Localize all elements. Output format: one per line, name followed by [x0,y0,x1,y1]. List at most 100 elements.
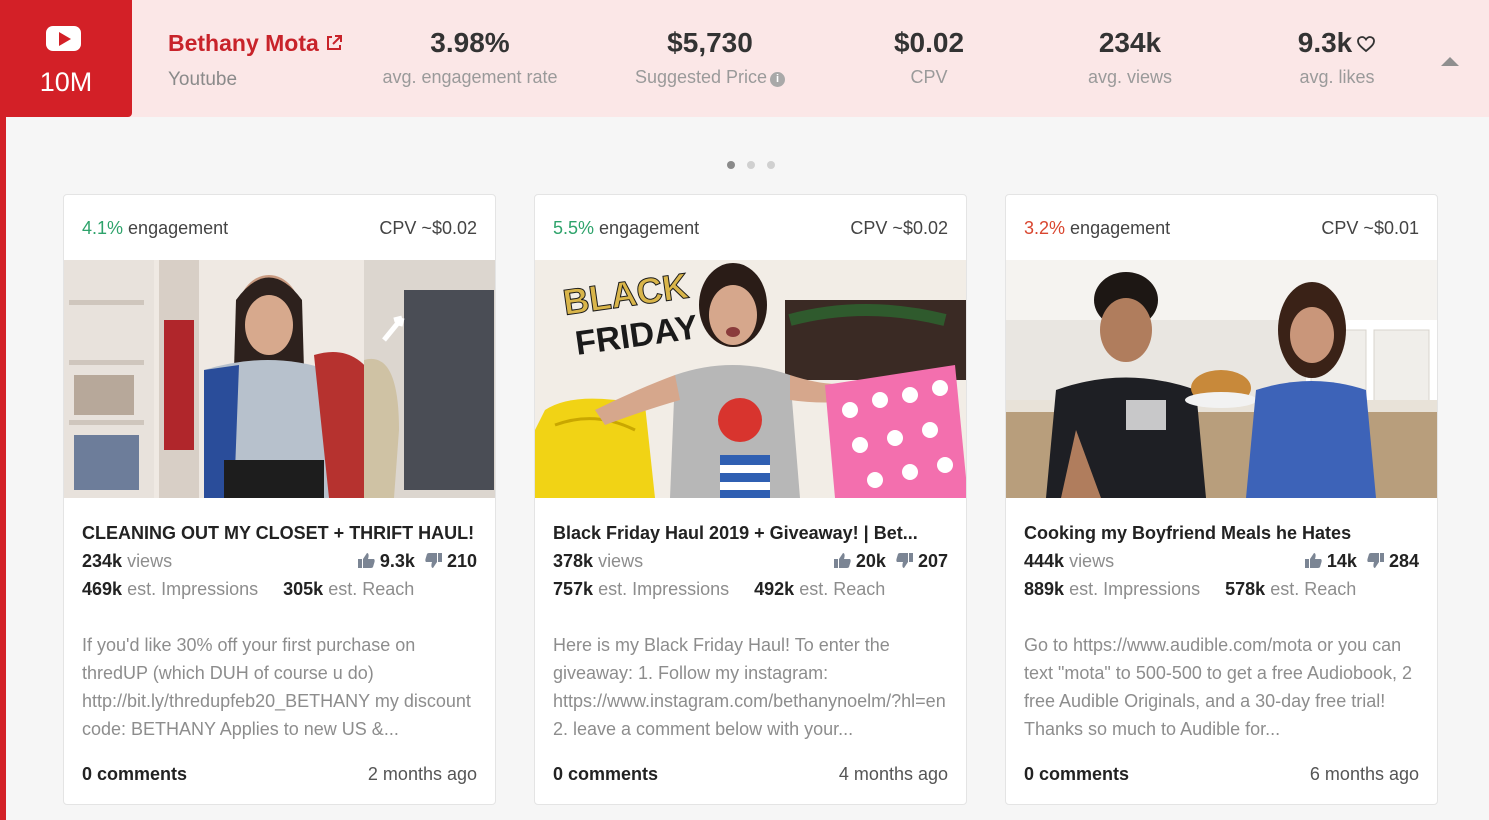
video-card[interactable]: 4.1% engagement CPV ~$0.02 CLEANING OUT … [63,194,496,805]
card-cpv: CPV ~$0.02 [850,218,948,238]
stat-avg-views: 234k avg. views [1070,26,1190,88]
thumbs-down-icon [1367,553,1384,568]
views-label: views [598,551,644,571]
dislikes-count: 210 [446,551,477,571]
stat-label: avg. views [1087,67,1173,87]
likes-dislikes: 20k 207 [833,550,948,572]
impressions-label: est. Impressions [598,579,730,599]
carousel-dot[interactable] [727,161,735,169]
impressions-label: est. Impressions [127,579,259,599]
thumbs-down-icon [425,553,442,568]
views-count: 444k [1024,551,1065,571]
collapse-caret-icon[interactable] [1441,57,1459,66]
dislikes-count: 284 [1388,551,1419,571]
views-count: 378k [553,551,594,571]
reach-label: est. Reach [1270,579,1357,599]
reach-count: 578k [1225,579,1266,599]
engagement-percent: 4.1% [82,218,124,238]
video-title[interactable]: Cooking my Boyfriend Meals he Hates [1024,523,1419,544]
stat-label-text: Suggested Price [634,67,768,87]
impressions-count: 469k [82,579,123,599]
channel-name-link[interactable]: Bethany Mota [168,30,319,57]
channel-platform: Youtube [168,69,238,90]
impressions-count: 757k [553,579,594,599]
stat-value: $0.02 [893,27,965,58]
stat-avg-likes: 9.3k avg. likes [1282,26,1392,88]
channel-info: Bethany Mota Youtube [168,30,343,91]
reach-row: 889k est. Impressions 578k est. Reach [1024,578,1419,600]
stat-engagement-rate: 3.98% avg. engagement rate [380,26,560,88]
thumbs-down-icon [896,553,913,568]
engagement-percent: 5.5% [553,218,595,238]
thumbs-up-icon [357,553,375,568]
video-card[interactable]: 3.2% engagement CPV ~$0.01 Cooking my Bo… [1005,194,1438,805]
engagement-label: engagement [599,218,700,238]
stat-value: 234k [1098,27,1162,58]
views-label: views [127,551,173,571]
accent-rail [0,0,6,820]
dislikes-count: 207 [917,551,948,571]
carousel-dot[interactable] [767,161,775,169]
stat-value: $5,730 [667,27,753,58]
stat-suggested-price: $5,730 Suggested Price i [626,26,794,88]
comments-count: 0 comments [82,764,188,784]
impressions-count: 889k [1024,579,1065,599]
likes-count: 20k [855,551,886,571]
impressions-label: est. Impressions [1069,579,1201,599]
video-description: Here is my Black Friday Haul! To enter t… [553,635,946,739]
reach-label: est. Reach [328,579,415,599]
views-count: 234k [82,551,123,571]
likes-count: 9.3k [379,551,415,571]
video-thumbnail[interactable] [64,260,495,498]
likes-dislikes: 9.3k 210 [357,550,477,572]
engagement-percent: 3.2% [1024,218,1066,238]
likes-dislikes: 14k 284 [1304,550,1419,572]
video-card[interactable]: 5.5% engagement CPV ~$0.02 BLACK FRIDAY [534,194,967,805]
reach-count: 492k [754,579,795,599]
reach-row: 469k est. Impressions 305k est. Reach [82,578,477,600]
youtube-icon [46,26,81,51]
video-description: If you'd like 30% off your first purchas… [82,635,471,739]
stat-label: avg. engagement rate [382,67,558,87]
video-thumbnail[interactable] [1006,260,1437,498]
video-thumbnail[interactable]: BLACK FRIDAY [535,260,966,498]
stat-value-text: 9.3k [1297,27,1353,58]
stat-label: avg. likes [1299,67,1375,87]
external-link-icon[interactable] [325,34,343,52]
card-footer: 0 comments 4 months ago [553,763,948,785]
stat-label: CPV [910,67,948,87]
comments-count: 0 comments [553,764,659,784]
info-icon[interactable]: i [770,72,786,87]
subscriber-count: 10M [39,67,93,97]
card-header: 5.5% engagement CPV ~$0.02 [553,217,948,239]
card-cpv: CPV ~$0.02 [379,218,477,238]
heart-icon [1357,36,1376,53]
published-age: 6 months ago [1309,764,1419,784]
card-header: 4.1% engagement CPV ~$0.02 [82,217,477,239]
platform-badge: 10M [0,0,132,117]
reach-count: 305k [283,579,324,599]
stat-label: Suggested Price i [626,66,794,88]
views-label: views [1069,551,1115,571]
views-row: 444k views 14k 284 [1024,550,1419,572]
likes-count: 14k [1326,551,1357,571]
card-footer: 0 comments 2 months ago [82,763,477,785]
carousel-pagination [727,156,787,174]
views-row: 234k views 9.3k 210 [82,550,477,572]
video-title[interactable]: Black Friday Haul 2019 + Giveaway! | Bet… [553,523,948,544]
views-row: 378k views 20k 207 [553,550,948,572]
card-footer: 0 comments 6 months ago [1024,763,1419,785]
influencer-header: 10M Bethany Mota Youtube 3.98% avg. enga… [0,0,1489,117]
engagement-label: engagement [1070,218,1171,238]
carousel-dot[interactable] [747,161,755,169]
published-age: 4 months ago [838,764,948,784]
comments-count: 0 comments [1024,764,1130,784]
thumbs-up-icon [833,553,851,568]
video-title[interactable]: CLEANING OUT MY CLOSET + THRIFT HAUL! [82,523,477,544]
thumbs-up-icon [1304,553,1322,568]
stat-value: 3.98% [430,27,510,58]
card-cpv: CPV ~$0.01 [1321,218,1419,238]
card-header: 3.2% engagement CPV ~$0.01 [1024,217,1419,239]
stat-value: 9.3k [1282,26,1392,60]
stat-cpv: $0.02 CPV [869,26,989,88]
